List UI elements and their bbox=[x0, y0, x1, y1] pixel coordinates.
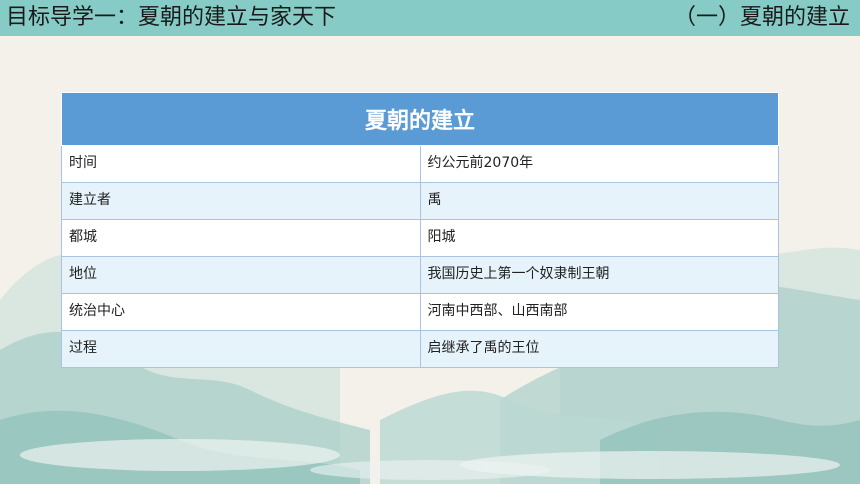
row-value-status: 我国历史上第一个奴隶制王朝 bbox=[419, 256, 779, 294]
table-header-row: 夏朝的建立 bbox=[61, 92, 779, 146]
page-title: 目标导学一：夏朝的建立与家天下 bbox=[6, 5, 337, 30]
table-row: 时间 约公元前2070年 bbox=[61, 145, 779, 183]
row-label-founder: 建立者 bbox=[61, 182, 421, 220]
xia-dynasty-table: 夏朝的建立 时间 约公元前2070年 建立者 禹 都城 阳城 地位 我国历史上第… bbox=[61, 92, 779, 368]
table-title: 夏朝的建立 bbox=[61, 92, 779, 146]
row-label-time: 时间 bbox=[61, 145, 421, 183]
row-value-founder: 禹 bbox=[419, 182, 779, 220]
row-label-capital: 都城 bbox=[61, 219, 421, 257]
row-value-ruling-center: 河南中西部、山西南部 bbox=[419, 293, 779, 331]
row-value-capital: 阳城 bbox=[419, 219, 779, 257]
row-label-status: 地位 bbox=[61, 256, 421, 294]
table-row: 都城 阳城 bbox=[61, 219, 779, 257]
row-value-process: 启继承了禹的王位 bbox=[419, 330, 779, 368]
table-row: 过程 启继承了禹的王位 bbox=[61, 330, 779, 368]
table-row: 统治中心 河南中西部、山西南部 bbox=[61, 293, 779, 331]
section-title: （一）夏朝的建立 bbox=[673, 5, 850, 30]
table-row: 地位 我国历史上第一个奴隶制王朝 bbox=[61, 256, 779, 294]
row-label-process: 过程 bbox=[61, 330, 421, 368]
row-label-ruling-center: 统治中心 bbox=[61, 293, 421, 331]
table-row: 建立者 禹 bbox=[61, 182, 779, 220]
row-value-time: 约公元前2070年 bbox=[419, 145, 779, 183]
header-bar: 目标导学一：夏朝的建立与家天下 （一）夏朝的建立 bbox=[0, 0, 860, 36]
